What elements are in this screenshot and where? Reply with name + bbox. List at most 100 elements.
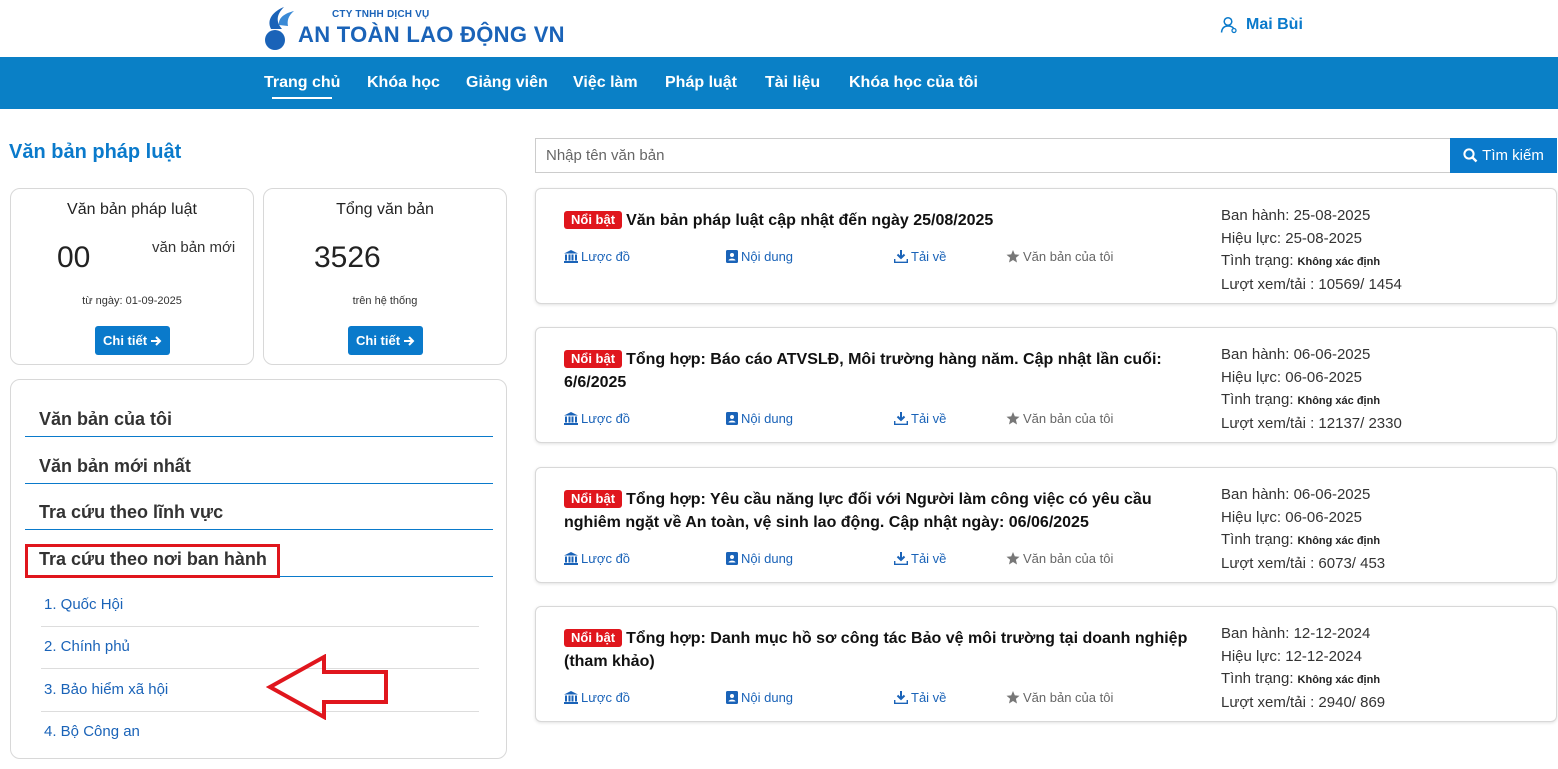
star-icon [1006, 412, 1020, 425]
document-title[interactable]: Nổi bật Tổng hợp: Danh mục hồ sơ công tác… [564, 627, 1204, 673]
my-documents-link[interactable]: Văn bản của tôi [1006, 249, 1113, 264]
nav-home[interactable]: Trang chủ [264, 74, 340, 99]
document-title[interactable]: Nổi bật Văn bản pháp luật cập nhật đến ng… [564, 209, 1204, 232]
my-documents-link[interactable]: Văn bản của tôi [1006, 690, 1113, 705]
content-link[interactable]: Nội dung [726, 690, 793, 705]
new-detail-button[interactable]: Chi tiết [95, 326, 171, 355]
issuer-item[interactable]: 2. Chính phủ [41, 627, 479, 669]
my-documents-link[interactable]: Văn bản của tôi [1006, 551, 1113, 566]
contact-book-icon [726, 250, 738, 263]
map-link[interactable]: Lược đồ [564, 249, 630, 264]
download-link[interactable]: Tải về [894, 690, 946, 705]
download-link[interactable]: Tải về [894, 411, 946, 426]
nav-courses[interactable]: Khóa học [367, 74, 440, 92]
download-link[interactable]: Tải về [894, 249, 946, 264]
status-row: Tình trạng: Không xác định [1221, 252, 1381, 270]
effective-row: Hiệu lực: 25-08-2025 [1221, 229, 1362, 247]
document-meta: Ban hành: 06-06-2025 Hiệu lực: 06-06-202… [1221, 484, 1385, 575]
issuer-item[interactable]: 3. Bảo hiểm xã hội [41, 670, 479, 712]
stat-card-total: Tổng văn bản 3526 trên hệ thống Chi tiết [263, 188, 507, 365]
issued-row: Ban hành: 12-12-2024 [1221, 625, 1371, 642]
new-count-unit: văn bản mới [152, 239, 236, 256]
download-link-label: Tải về [911, 411, 947, 426]
download-link[interactable]: Tải về [894, 551, 946, 566]
search-input[interactable] [535, 138, 1450, 173]
featured-badge: Nổi bật [564, 211, 623, 229]
my-documents-link[interactable]: Văn bản của tôi [1006, 411, 1113, 426]
my-documents-label: Văn bản của tôi [1023, 690, 1114, 705]
status-row: Tình trạng: Không xác định [1221, 670, 1381, 688]
issuer-item[interactable]: 4. Bộ Công an [41, 712, 479, 754]
nav-jobs[interactable]: Việc làm [573, 74, 638, 92]
document-title-text: Tổng hợp: Báo cáo ATVSLĐ, Môi trường hàn… [564, 351, 1162, 391]
views-row: Lượt xem/tải : 10569/ 1454 [1221, 275, 1402, 293]
document-title[interactable]: Nổi bật Tổng hợp: Yêu cầu năng lực đối vớ… [564, 488, 1204, 534]
total-detail-button[interactable]: Chi tiết [348, 326, 424, 355]
site-logo[interactable]: CTY TNHH DỊCH VỤ AN TOÀN LAO ĐỘNG VN [262, 4, 565, 52]
featured-badge: Nổi bật [564, 629, 623, 647]
annotation-highlight-box [25, 544, 280, 578]
content-link[interactable]: Nội dung [726, 249, 793, 264]
document-meta: Ban hành: 06-06-2025 Hiệu lực: 06-06-202… [1221, 344, 1402, 435]
star-icon [1006, 552, 1020, 565]
new-since-date: từ ngày: 01-09-2025 [82, 295, 182, 307]
effective-row: Hiệu lực: 06-06-2025 [1221, 508, 1362, 526]
map-link[interactable]: Lược đồ [564, 551, 630, 566]
content-link[interactable]: Nội dung [726, 411, 793, 426]
bank-icon [564, 250, 578, 263]
download-link-label: Tải về [911, 249, 947, 264]
download-icon [894, 691, 908, 704]
document-title-text: Tổng hợp: Yêu cầu năng lực đối với Người… [564, 491, 1152, 531]
user-icon [1220, 16, 1237, 34]
issued-row: Ban hành: 06-06-2025 [1221, 346, 1371, 363]
map-link[interactable]: Lược đồ [564, 690, 630, 705]
stat-card-new: Văn bản pháp luật 00 văn bản mới từ ngày… [10, 188, 254, 365]
document-card: Nổi bật Tổng hợp: Danh mục hồ sơ công tác… [535, 606, 1557, 722]
featured-badge: Nổi bật [564, 350, 623, 368]
map-link[interactable]: Lược đồ [564, 411, 630, 426]
detail-button-label: Chi tiết [103, 333, 148, 348]
logo-small-text: CTY TNHH DỊCH VỤ [332, 9, 430, 20]
effective-row: Hiệu lực: 12-12-2024 [1221, 647, 1362, 665]
content-link-label: Nội dung [741, 690, 794, 705]
logo-big-text: AN TOÀN LAO ĐỘNG VN [298, 22, 565, 47]
star-icon [1006, 250, 1020, 263]
views-row: Lượt xem/tải : 6073/ 453 [1221, 554, 1386, 572]
document-title[interactable]: Nổi bật Tổng hợp: Báo cáo ATVSLĐ, Môi trư… [564, 348, 1204, 394]
top-header: CTY TNHH DỊCH VỤ AN TOÀN LAO ĐỘNG VN Mai… [0, 0, 1558, 57]
new-count: 00 [57, 241, 91, 274]
map-link-label: Lược đồ [581, 249, 631, 264]
document-title-text: Văn bản pháp luật cập nhật đến ngày 25/0… [626, 212, 994, 229]
stat-card-heading: Văn bản pháp luật [67, 201, 197, 218]
menu-latest-documents[interactable]: Văn bản mới nhất [25, 454, 493, 484]
section-title: Văn bản pháp luật [9, 141, 182, 163]
status-row: Tình trạng: Không xác định [1221, 531, 1381, 549]
total-sub: trên hệ thống [352, 295, 418, 307]
download-link-label: Tải về [911, 690, 947, 705]
search-button-label: Tìm kiếm [1482, 147, 1544, 164]
issued-row: Ban hành: 25-08-2025 [1221, 207, 1371, 224]
annotation-arrow-icon [266, 654, 388, 720]
nav-instructors[interactable]: Giảng viên [466, 74, 548, 92]
content-link-label: Nội dung [741, 249, 794, 264]
document-card: Nổi bật Tổng hợp: Yêu cầu năng lực đối vớ… [535, 467, 1557, 583]
download-icon [894, 412, 908, 425]
menu-my-documents[interactable]: Văn bản của tôi [25, 407, 493, 437]
map-link-label: Lược đồ [581, 411, 631, 426]
document-meta: Ban hành: 25-08-2025 Hiệu lực: 25-08-202… [1221, 205, 1402, 296]
nav-law[interactable]: Pháp luật [665, 74, 737, 92]
download-link-label: Tải về [911, 551, 947, 566]
bank-icon [564, 552, 578, 565]
user-menu[interactable]: Mai Bùi [1220, 16, 1303, 34]
issuer-item[interactable]: 1. Quốc Hội [41, 585, 479, 627]
menu-by-field[interactable]: Tra cứu theo lĩnh vực [25, 500, 493, 530]
main-nav: Trang chủ Khóa học Giảng viên Việc làm P… [0, 57, 1558, 109]
search-button[interactable]: Tìm kiếm [1450, 138, 1557, 173]
detail-button-label: Chi tiết [356, 333, 401, 348]
arrow-right-icon [404, 335, 415, 346]
nav-documents[interactable]: Tài liệu [765, 74, 820, 92]
stat-card-heading: Tổng văn bản [336, 201, 434, 218]
views-row: Lượt xem/tải : 12137/ 2330 [1221, 414, 1402, 432]
content-link[interactable]: Nội dung [726, 551, 793, 566]
nav-my-courses[interactable]: Khóa học của tôi [849, 74, 978, 92]
